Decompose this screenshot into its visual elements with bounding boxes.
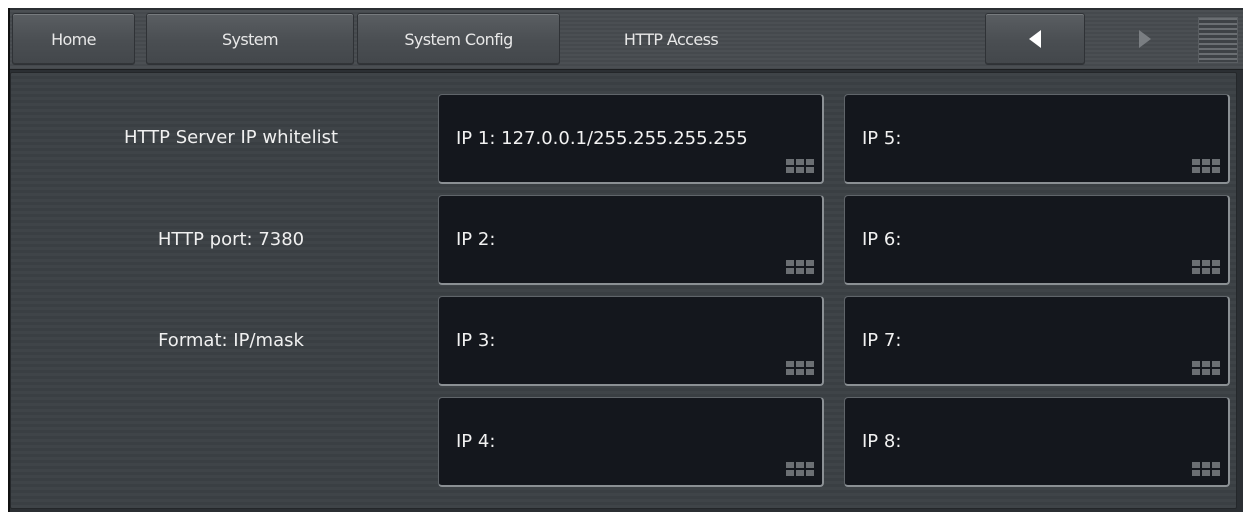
ip-field-label: IP 8: bbox=[862, 431, 902, 452]
ip-field-1[interactable]: IP 1: 127.0.0.1/255.255.255.255 bbox=[438, 94, 824, 184]
ip-field-5[interactable]: IP 5: bbox=[844, 94, 1230, 184]
keypad-icon bbox=[786, 159, 818, 176]
http-port-label: HTTP port: 7380 bbox=[157, 229, 305, 250]
previous-page-button[interactable] bbox=[985, 13, 1085, 65]
keypad-icon bbox=[1192, 159, 1224, 176]
tab-home[interactable]: Home bbox=[12, 13, 135, 65]
ip-field-label: IP 5: bbox=[862, 128, 902, 149]
ip-field-8[interactable]: IP 8: bbox=[844, 397, 1230, 487]
ip-field-label: IP 2: bbox=[456, 229, 496, 250]
ip-field-label: IP 6: bbox=[862, 229, 902, 250]
ip-field-2[interactable]: IP 2: bbox=[438, 195, 824, 285]
ip-field-3[interactable]: IP 3: bbox=[438, 296, 824, 386]
ip-field-label: IP 7: bbox=[862, 330, 902, 351]
triangle-right-icon bbox=[1139, 30, 1151, 48]
keypad-icon bbox=[1192, 462, 1224, 479]
keypad-icon bbox=[786, 260, 818, 277]
menu-button[interactable] bbox=[1198, 17, 1238, 63]
keypad-icon bbox=[1192, 361, 1224, 378]
format-label: Format: IP/mask bbox=[158, 330, 304, 351]
top-nav-bar: Home System System Config HTTP Access bbox=[10, 10, 1243, 70]
http-access-panel: HTTP Server IP whitelist HTTP port: 7380… bbox=[10, 72, 1237, 509]
keypad-icon bbox=[1192, 260, 1224, 277]
ip-field-4[interactable]: IP 4: bbox=[438, 397, 824, 487]
keypad-icon bbox=[786, 462, 818, 479]
ip-field-7[interactable]: IP 7: bbox=[844, 296, 1230, 386]
keypad-icon bbox=[786, 361, 818, 378]
tab-system-config[interactable]: System Config bbox=[357, 13, 560, 65]
tab-system[interactable]: System bbox=[146, 13, 354, 65]
triangle-left-icon bbox=[1029, 30, 1041, 48]
ip-field-label: IP 3: bbox=[456, 330, 496, 351]
ip-field-label: IP 4: bbox=[456, 431, 496, 452]
ip-field-label: IP 1: 127.0.0.1/255.255.255.255 bbox=[456, 128, 748, 149]
tab-http-access: HTTP Access bbox=[623, 29, 719, 49]
next-page-button[interactable] bbox=[1095, 13, 1195, 65]
ip-field-6[interactable]: IP 6: bbox=[844, 195, 1230, 285]
whitelist-label: HTTP Server IP whitelist bbox=[123, 127, 339, 148]
